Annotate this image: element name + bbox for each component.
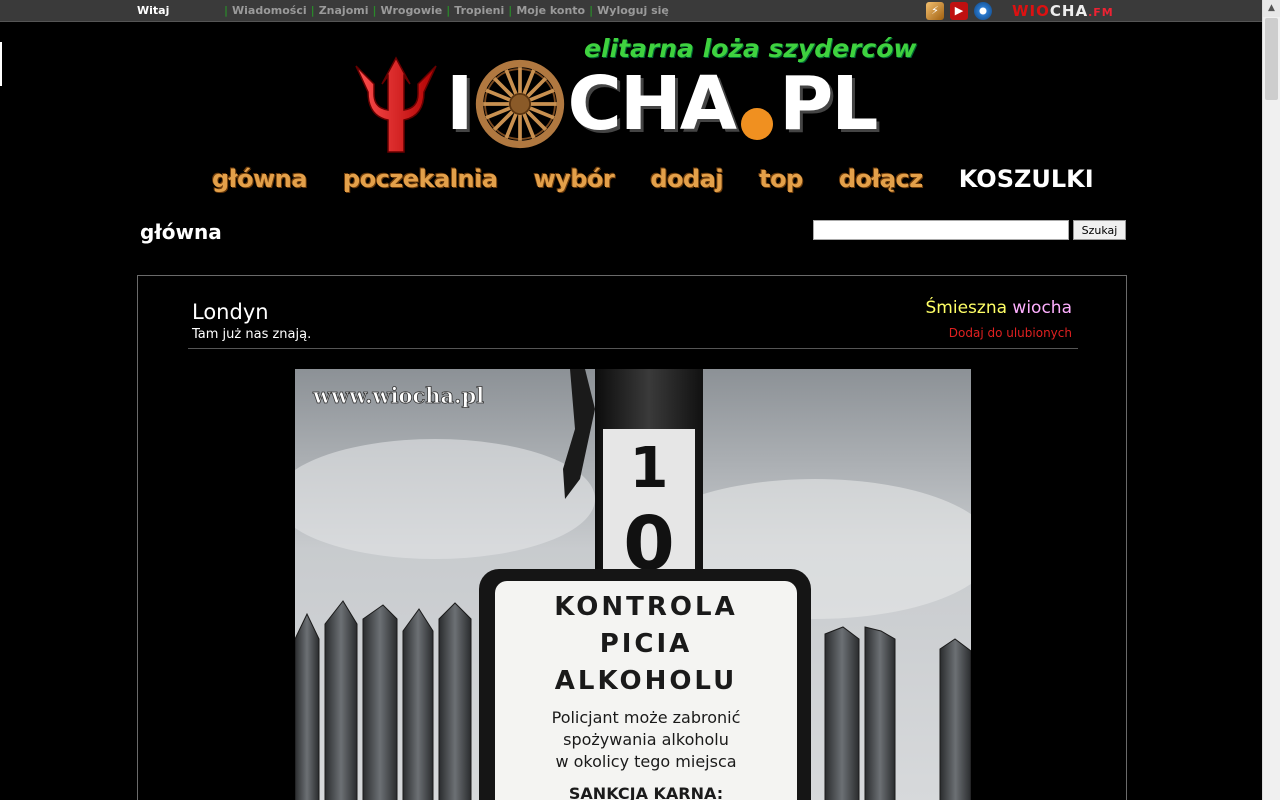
search-button[interactable]: Szukaj <box>1073 220 1126 240</box>
top-nav-wiadomosci[interactable]: Wiadomości <box>232 4 307 17</box>
main-nav: główna poczekalnia wybór dodaj top dołąc… <box>212 165 1130 193</box>
top-nav-wyloguj[interactable]: Wyloguj się <box>597 4 669 17</box>
logo-main: I CHA PL <box>346 54 878 154</box>
top-nav-wrogowie[interactable]: Wrogowie <box>381 4 443 17</box>
site-logo[interactable]: elitarna loża szyderców I CHA PL <box>346 34 926 154</box>
sign-footer: SANKCJA KARNA: <box>569 784 723 800</box>
top-nav-znajomi[interactable]: Znajomi <box>319 4 369 17</box>
nav-top[interactable]: top <box>759 165 803 193</box>
logo-text-pl: PL <box>779 61 878 147</box>
post-image[interactable]: 1 0 KONTROLA PICIA ALKOHOLU Policjant mo… <box>295 369 971 800</box>
wagon-wheel-icon <box>475 59 564 149</box>
top-nav: | Wiadomości | Znajomi | Wrogowie | Tropieni… <box>224 4 669 17</box>
top-icons: ⚡ ▶ <box>926 2 992 20</box>
top-bar: Witaj | Wiadomości | Znajomi | Wrogowie | Tr… <box>0 0 1262 22</box>
page-scrollbar[interactable]: ▲ <box>1262 0 1280 800</box>
sign-body-3: w okolicy tego miejsca <box>555 752 736 771</box>
scrollbar-thumb[interactable] <box>1265 18 1278 100</box>
smiley-icon <box>741 108 774 140</box>
rss-icon[interactable]: ⚡ <box>926 2 944 20</box>
wiocha-fm-logo[interactable]: WIOCHA.FM <box>1012 2 1114 20</box>
pole-number-top: 1 <box>630 436 669 501</box>
nav-koszulki[interactable]: KOSZULKI <box>959 165 1094 193</box>
sign-line-3: ALKOHOLU <box>555 666 737 696</box>
logo-text-cha: CHA <box>567 61 738 147</box>
logo-text-i: I <box>446 61 474 147</box>
media-player-icon[interactable] <box>974 2 992 20</box>
sign-line-2: PICIA <box>600 629 693 659</box>
nav-wybor[interactable]: wybór <box>534 165 615 193</box>
left-edge-marker <box>0 42 2 86</box>
post-subtitle: Tam już nas znają. <box>192 327 312 342</box>
nav-dolacz[interactable]: dołącz <box>839 165 923 193</box>
post-category[interactable]: Śmieszna wiocha <box>926 298 1073 318</box>
sign-line-1: KONTROLA <box>554 592 737 622</box>
section-title: główna <box>140 220 222 244</box>
top-nav-moje-konto[interactable]: Moje konto <box>516 4 585 17</box>
greeting-text: Witaj <box>137 4 170 17</box>
trident-icon <box>355 56 437 153</box>
top-nav-tropieni[interactable]: Tropieni <box>454 4 504 17</box>
post-panel: Londyn Tam już nas znają. Śmieszna wioch… <box>137 275 1127 800</box>
post-divider <box>188 348 1078 349</box>
scroll-up-icon[interactable]: ▲ <box>1263 0 1280 17</box>
sign-body-2: spożywania alkoholu <box>563 730 729 749</box>
nav-glowna[interactable]: główna <box>212 165 308 193</box>
youtube-icon[interactable]: ▶ <box>950 2 968 20</box>
post-title[interactable]: Londyn <box>192 300 269 324</box>
add-to-favorites-link[interactable]: Dodaj do ulubionych <box>949 326 1072 340</box>
search-input[interactable] <box>813 220 1069 240</box>
post-photo-illustration: 1 0 KONTROLA PICIA ALKOHOLU Policjant mo… <box>295 369 971 800</box>
photo-watermark: www.wiocha.pl <box>312 383 484 408</box>
sign-body-1: Policjant może zabronić <box>552 708 741 727</box>
nav-poczekalnia[interactable]: poczekalnia <box>343 165 498 193</box>
nav-dodaj[interactable]: dodaj <box>650 165 723 193</box>
